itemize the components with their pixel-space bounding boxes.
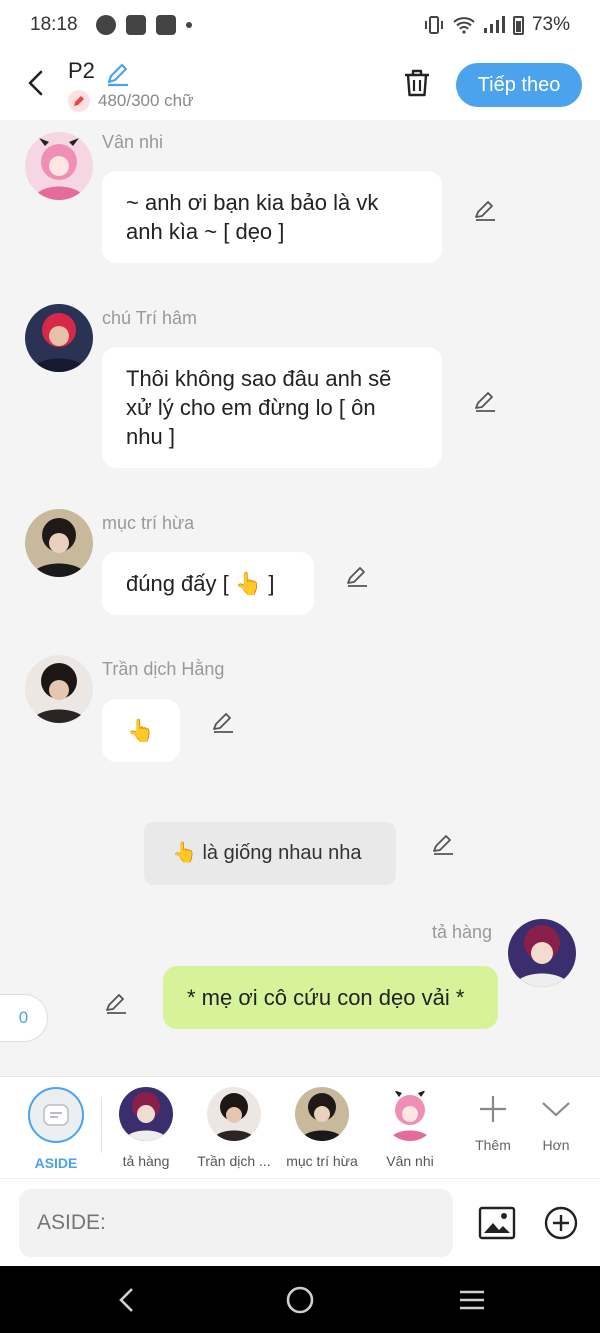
collapse-label: Hơn — [542, 1137, 570, 1153]
battery-percent: 73% — [531, 14, 570, 35]
edit-pencil-icon[interactable] — [430, 831, 456, 857]
character-item[interactable]: mục trí hừa — [277, 1087, 367, 1169]
sender-name: mục trí hừa — [102, 513, 195, 533]
input-area — [0, 1178, 600, 1266]
avatar[interactable] — [25, 655, 93, 723]
edit-title-pencil-icon[interactable] — [104, 60, 132, 88]
character-item[interactable]: tả hàng — [101, 1087, 191, 1169]
avatar[interactable] — [25, 304, 93, 372]
count-badge[interactable]: 0 — [0, 994, 48, 1042]
next-button[interactable]: Tiếp theo — [456, 63, 582, 107]
signal-icon — [483, 16, 505, 33]
word-count: 480/300 chữ — [98, 91, 194, 110]
edit-pencil-icon[interactable] — [472, 197, 498, 223]
avatar — [207, 1087, 261, 1141]
character-item[interactable]: Trần dịch ... — [189, 1087, 279, 1169]
message-bubble[interactable]: Thôi không sao đâu anh sẽ xử lý cho em đ… — [102, 347, 442, 468]
status-bar: 18:18 73% — [0, 0, 600, 50]
nav-home-icon[interactable] — [284, 1284, 316, 1316]
mail-icon — [155, 15, 176, 35]
edit-pencil-icon[interactable] — [210, 709, 236, 735]
more-label: Thêm — [475, 1137, 511, 1153]
avatar — [383, 1087, 437, 1141]
chat-area: Vân nhi ~ anh ơi bạn kia bảo là vk anh k… — [0, 120, 600, 1076]
aside-message[interactable]: 👆 là giống nhau nha — [144, 822, 396, 885]
sender-name: chú Trí hâm — [102, 308, 198, 328]
status-time: 18:18 — [30, 14, 78, 35]
trash-icon[interactable] — [400, 66, 434, 100]
pencil-badge-icon — [68, 90, 90, 112]
message-bubble[interactable]: ~ anh ơi bạn kia bảo là vk anh kìa ~ [ d… — [102, 171, 442, 263]
avatar[interactable] — [25, 509, 93, 577]
chevron-down-icon — [542, 1102, 570, 1117]
avatar[interactable] — [25, 132, 93, 200]
message-input[interactable] — [19, 1189, 453, 1257]
image-icon[interactable] — [478, 1204, 516, 1242]
avatar — [295, 1087, 349, 1141]
message-bubble[interactable]: đúng đấy [ 👆 ] — [102, 552, 314, 615]
edit-pencil-icon[interactable] — [472, 388, 498, 414]
notification-dot-icon — [185, 22, 192, 28]
sender-name: tả hàng — [432, 922, 493, 942]
wifi-icon — [453, 17, 475, 34]
messenger-icon — [95, 15, 116, 35]
header: P2 480/300 chữ Tiếp theo — [0, 50, 600, 120]
page-title: P2 — [68, 58, 95, 83]
edit-pencil-icon[interactable] — [344, 563, 370, 589]
nav-recents-icon[interactable] — [456, 1284, 488, 1316]
message-bubble[interactable]: 👆 — [102, 699, 180, 762]
character-label: mục trí hừa — [286, 1153, 358, 1169]
back-arrow-icon[interactable] — [22, 68, 52, 98]
edit-pencil-icon[interactable] — [103, 990, 129, 1016]
character-label: Trần dịch ... — [197, 1153, 271, 1169]
add-character-button[interactable]: Thêm — [463, 1093, 523, 1153]
sender-name: Trần dịch Hằng — [102, 659, 225, 679]
character-label: tả hàng — [122, 1153, 170, 1169]
nav-back-icon[interactable] — [112, 1284, 144, 1316]
vibrate-icon — [424, 16, 443, 34]
character-bar: ASIDE tả hàng Trần dịch ... mục trí hừa … — [0, 1076, 600, 1178]
facebook-icon — [125, 15, 146, 35]
sender-name: Vân nhi — [102, 132, 164, 152]
character-item[interactable]: Vân nhi — [365, 1087, 455, 1169]
navigation-bar — [0, 1266, 600, 1333]
battery-icon — [512, 15, 524, 35]
aside-button[interactable]: ASIDE — [11, 1087, 101, 1171]
plus-icon — [480, 1096, 506, 1122]
message-bubble[interactable]: * mẹ ơi cô cứu con dẹo vải * — [163, 966, 498, 1029]
aside-label: ASIDE — [34, 1155, 78, 1171]
collapse-button[interactable]: Hơn — [526, 1093, 586, 1153]
character-label: Vân nhi — [386, 1153, 434, 1169]
aside-avatar — [28, 1087, 84, 1143]
avatar — [119, 1087, 173, 1141]
avatar[interactable] — [508, 919, 576, 987]
add-circle-icon[interactable] — [543, 1205, 579, 1241]
